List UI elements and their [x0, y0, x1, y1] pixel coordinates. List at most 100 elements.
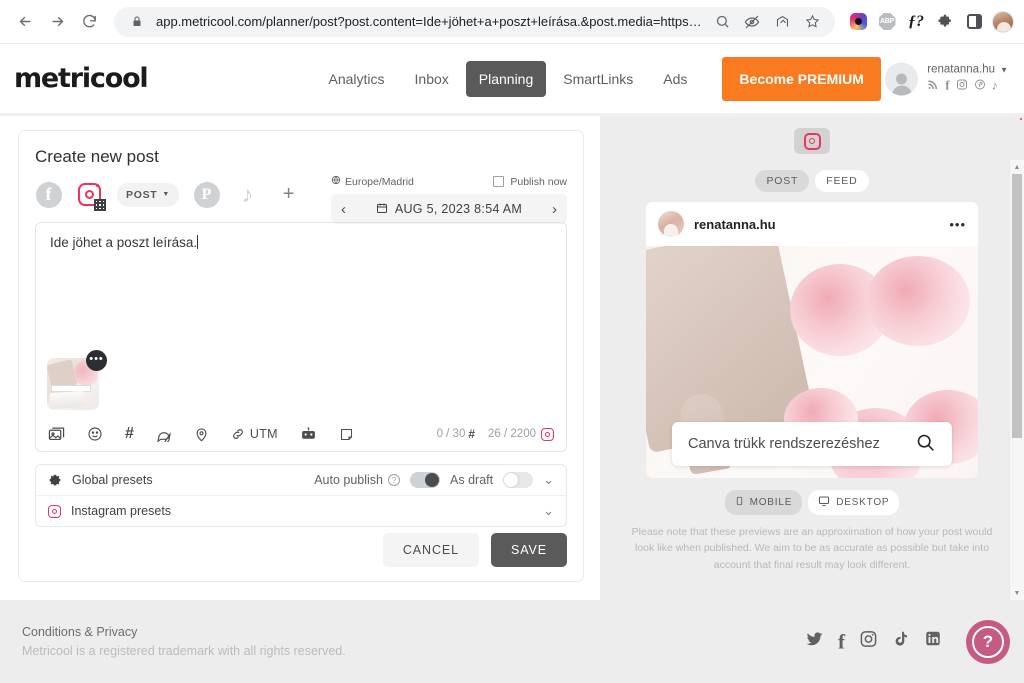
preview-disclaimer: Please note that these previews are an a…: [631, 526, 993, 571]
nav-inbox[interactable]: Inbox: [402, 61, 462, 97]
facebook-icon[interactable]: [35, 181, 62, 208]
nav-analytics[interactable]: Analytics: [315, 61, 397, 97]
cancel-button[interactable]: CANCEL: [382, 533, 479, 567]
chevron-down-icon[interactable]: ⌄: [543, 472, 554, 488]
address-bar-url: app.metricool.com/planner/post?post.cont…: [156, 14, 703, 29]
post-text-input[interactable]: Ide jöhet a poszt leírása.: [50, 235, 552, 250]
back-arrow-icon[interactable]: [10, 7, 40, 37]
preview-view-tabs: POST FEED: [755, 170, 869, 192]
auto-publish-control[interactable]: Auto publish ?: [314, 473, 401, 487]
publish-now-checkbox[interactable]: [493, 176, 505, 187]
calendar-icon: [376, 202, 388, 217]
save-button[interactable]: SAVE: [490, 533, 567, 567]
page-title: Create new post: [35, 147, 159, 166]
instagram-icon[interactable]: [859, 629, 878, 654]
publish-now-label: Publish now: [510, 175, 567, 188]
pinterest-icon[interactable]: P: [193, 181, 220, 208]
share-icon[interactable]: [771, 11, 793, 33]
date-picker[interactable]: ‹ AUG 5, 2023 8:54 AM ›: [331, 194, 567, 224]
instagram-icon[interactable]: [76, 181, 106, 211]
browser-extensions: ABP ƒ?: [845, 10, 1014, 33]
pinterest-icon[interactable]: [974, 78, 986, 93]
linkedin-icon[interactable]: [924, 630, 942, 654]
comment-icon[interactable]: [156, 426, 172, 442]
scroll-down-icon[interactable]: ▼: [1010, 586, 1024, 600]
zoom-icon[interactable]: [711, 11, 733, 33]
bookmark-star-icon[interactable]: [801, 11, 823, 33]
conditions-privacy-link[interactable]: Conditions & Privacy: [22, 625, 346, 639]
nav-planning[interactable]: Planning: [465, 60, 547, 97]
emoji-icon[interactable]: [87, 426, 103, 442]
metricool-logo[interactable]: metricool: [14, 63, 149, 94]
preview-network-instagram-icon[interactable]: [794, 128, 830, 154]
tab-post[interactable]: POST: [755, 170, 810, 192]
hashtag-icon[interactable]: #: [125, 425, 134, 443]
location-icon[interactable]: [194, 427, 209, 442]
side-panel-icon[interactable]: [963, 11, 985, 33]
presets-section: Global presets Auto publish ? As draft ⌄: [35, 464, 567, 527]
nav-ads[interactable]: Ads: [650, 61, 700, 97]
profile-avatar-icon[interactable]: [992, 10, 1014, 33]
help-icon[interactable]: ?: [388, 474, 401, 486]
puzzle-extensions-icon[interactable]: [934, 11, 956, 33]
tiktok-icon[interactable]: ♪: [234, 181, 261, 208]
facebook-icon[interactable]: f: [945, 78, 949, 94]
post-preview-card: renatanna.hu ••• Canva trükk rendszerezé…: [646, 202, 978, 478]
tiktok-icon[interactable]: [892, 630, 910, 654]
instagram-icon[interactable]: [956, 78, 968, 93]
rss-icon[interactable]: [927, 78, 939, 93]
media-icon[interactable]: [48, 426, 65, 443]
tiktok-icon[interactable]: ♪: [992, 79, 998, 93]
tab-desktop[interactable]: DESKTOP: [808, 490, 900, 515]
nav-smartlinks[interactable]: SmartLinks: [550, 61, 646, 97]
chevron-down-icon[interactable]: ⌄: [543, 503, 554, 519]
fonts-ninja-icon[interactable]: ƒ?: [905, 11, 927, 33]
adblock-plus-icon[interactable]: ABP: [876, 11, 898, 33]
counters: 0 / 30 # 26 / 2200: [437, 427, 554, 441]
instagram-presets-row[interactable]: Instagram presets ⌄: [36, 496, 566, 526]
twitter-icon[interactable]: [805, 629, 824, 654]
account-name-row[interactable]: renatanna.hu ▼: [927, 64, 1008, 76]
overlay-text: Canva trükk rendszerezéshez: [688, 436, 880, 452]
auto-publish-toggle[interactable]: [410, 472, 441, 488]
add-network-icon[interactable]: +: [275, 181, 302, 208]
account-social-icons: f ♪: [927, 78, 1008, 94]
account-menu[interactable]: renatanna.hu ▼ f ♪: [885, 62, 1008, 95]
publish-now-toggle[interactable]: Publish now: [493, 176, 567, 188]
tab-mobile[interactable]: MOBILE: [724, 490, 803, 515]
reload-icon[interactable]: [74, 7, 104, 37]
trademark-note: Metricool is a registered trademark with…: [22, 644, 346, 658]
text-caret: [197, 235, 199, 249]
address-bar[interactable]: app.metricool.com/planner/post?post.cont…: [114, 6, 835, 37]
forward-arrow-icon[interactable]: [42, 7, 72, 37]
robot-icon[interactable]: [300, 426, 317, 443]
as-draft-toggle[interactable]: [503, 472, 534, 488]
become-premium-button[interactable]: Become PREMIUM: [722, 56, 881, 101]
schedule-controls: Europe/Madrid Publish now ‹ AUG 5, 2023 …: [331, 175, 567, 224]
prev-date-button[interactable]: ‹: [341, 201, 346, 218]
account-name: renatanna.hu: [927, 63, 996, 76]
global-presets-row[interactable]: Global presets Auto publish ? As draft ⌄: [36, 465, 566, 496]
chevron-down-icon: ▼: [1000, 65, 1008, 74]
help-button[interactable]: ?: [966, 619, 1010, 664]
scroll-up-icon[interactable]: ▲: [1010, 160, 1024, 174]
next-date-button[interactable]: ›: [552, 201, 557, 218]
post-content-area[interactable]: Ide jöhet a poszt leírása. ••• # UTM 0 /…: [35, 222, 567, 452]
as-draft-label: As draft: [450, 473, 494, 487]
hashtag-icon: #: [468, 427, 476, 441]
scrollbar-thumb[interactable]: [1012, 174, 1022, 438]
character-counter: 26 / 2200: [488, 428, 536, 440]
attached-media[interactable]: •••: [47, 350, 107, 410]
eye-off-icon[interactable]: [741, 11, 763, 33]
post-options-icon[interactable]: •••: [949, 217, 966, 232]
instagram-extension-icon[interactable]: [847, 11, 869, 33]
preview-scrollbar[interactable]: ▲ ▼: [1009, 160, 1024, 600]
facebook-icon[interactable]: f: [838, 629, 845, 654]
tab-feed[interactable]: FEED: [815, 170, 869, 192]
media-options-icon[interactable]: •••: [86, 350, 107, 371]
hashtag-counter: 0 / 30: [436, 428, 466, 440]
note-icon[interactable]: [339, 427, 354, 442]
utm-icon[interactable]: UTM: [231, 427, 278, 441]
editor-toolbar: # UTM 0 / 30 # 26 / 2200: [36, 417, 566, 451]
post-type-dropdown[interactable]: POST ▼: [117, 182, 180, 207]
